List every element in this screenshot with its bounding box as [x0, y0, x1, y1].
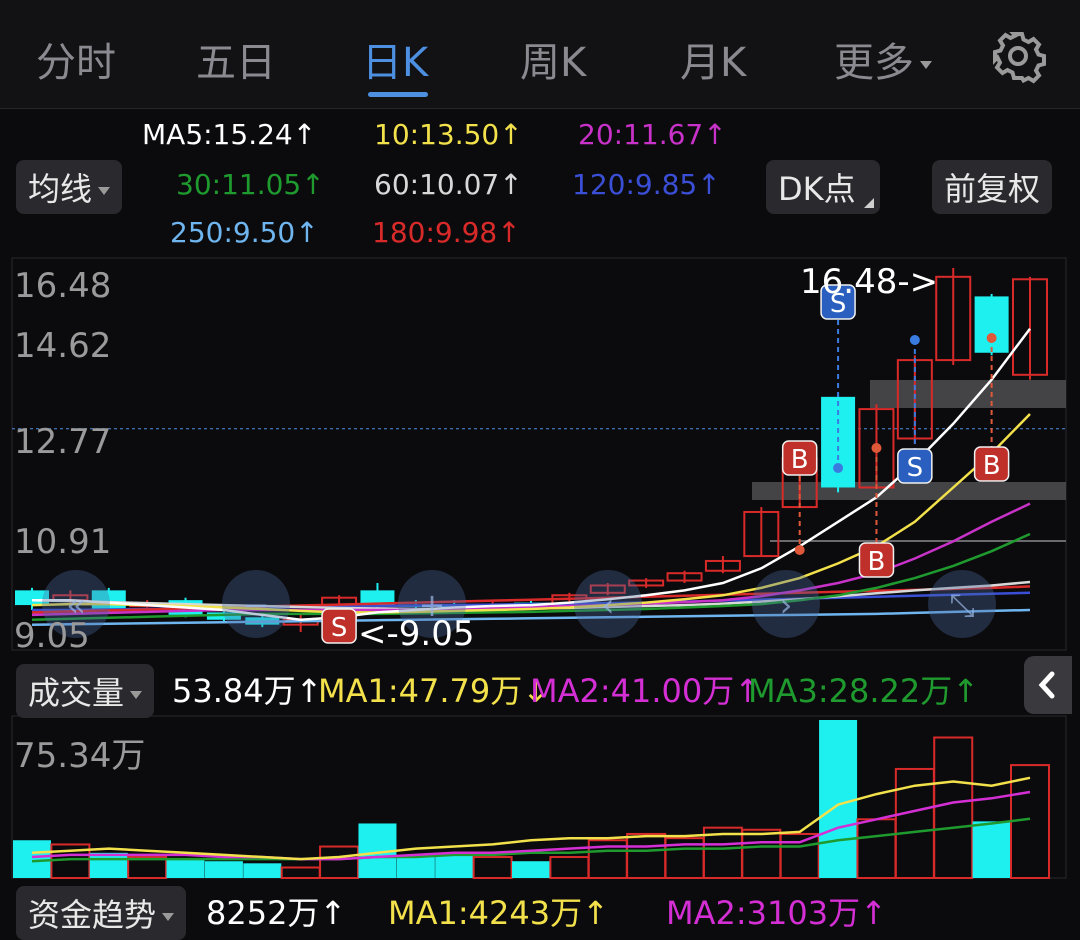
volume-bar-down: [396, 854, 435, 878]
volume-bar-down: [13, 840, 51, 878]
collapse-panel-button[interactable]: [1024, 656, 1072, 714]
chart-nav-icon: −: [243, 586, 270, 624]
signal-dot: [833, 463, 844, 473]
dk-zone-band: [870, 380, 1066, 408]
ma10-line: [31, 413, 1031, 614]
volume-bar-up: [856, 818, 897, 880]
chevron-left-icon: [1038, 671, 1055, 699]
volume-bar-down: [819, 720, 858, 878]
chart-nav-icon: ‹: [602, 586, 615, 624]
fund-trend-selector[interactable]: 资金趋势: [16, 886, 187, 940]
volume-selector-label: 成交量: [28, 674, 125, 712]
volume-bar-up: [779, 832, 820, 880]
signal-dot: [794, 545, 805, 555]
chevron-down-icon: [130, 691, 143, 699]
volume-ma1: MA1:47.79万↓: [318, 672, 550, 710]
fund-value: 8252万↑: [206, 894, 347, 932]
signal-badge-text: S: [331, 613, 348, 643]
volume-bar-up: [280, 866, 321, 880]
volume-value: 53.84万↑: [172, 672, 323, 710]
volume-axis-label: 75.34万: [14, 736, 146, 776]
fund-ma1: MA1:4243万↑: [388, 894, 609, 932]
volume-bar-down: [89, 852, 128, 878]
volume-bar-up: [933, 736, 974, 879]
signal-badge-text: B: [983, 451, 1001, 481]
signal-badge-text: B: [868, 547, 886, 577]
signal-dot: [871, 443, 882, 453]
signal-badge-text: S: [907, 453, 924, 483]
chart-nav-icon: ›: [780, 586, 793, 624]
chart-nav-icon: ⤡: [949, 586, 975, 624]
volume-bar-up: [626, 832, 667, 880]
low-price-marker: <-9.05: [358, 614, 475, 654]
price-axis-label: 9.05: [14, 616, 90, 656]
fund-ma2: MA2:3103万↑: [666, 894, 887, 932]
signal-dot: [986, 333, 997, 343]
price-axis-label: 16.48: [14, 266, 112, 306]
signal-badge-text: B: [791, 445, 809, 475]
price-axis-label: 14.62: [14, 326, 112, 366]
price-axis-label: 10.91: [14, 522, 112, 562]
volume-bar-down: [512, 861, 550, 878]
kline-chart[interactable]: BSBS BS« − + ‹ › ⤡: [0, 0, 1080, 924]
volume-bar-down: [204, 861, 243, 878]
volume-ma2: MA2:41.00万↑: [530, 672, 762, 710]
signal-dot: [909, 335, 920, 345]
volume-selector[interactable]: 成交量: [16, 664, 155, 718]
high-price-marker: 16.48->: [800, 262, 939, 302]
volume-bar-down: [243, 863, 282, 878]
volume-ma3: MA3:28.22万↑: [748, 672, 980, 710]
volume-bar-down: [166, 859, 205, 878]
volume-bar-down: [972, 821, 1011, 878]
volume-ma2-line: [31, 790, 1031, 861]
fund-trend-label: 资金趋势: [28, 896, 157, 934]
volume-bar-up: [472, 856, 513, 879]
volume-bar-up: [319, 845, 360, 879]
candle-down: [974, 296, 1009, 353]
volume-bar-up: [549, 856, 590, 879]
chevron-down-icon: [162, 913, 175, 921]
price-axis-label: 12.77: [14, 422, 112, 462]
volume-bar-down: [435, 854, 474, 878]
volume-bar-up: [741, 828, 782, 879]
